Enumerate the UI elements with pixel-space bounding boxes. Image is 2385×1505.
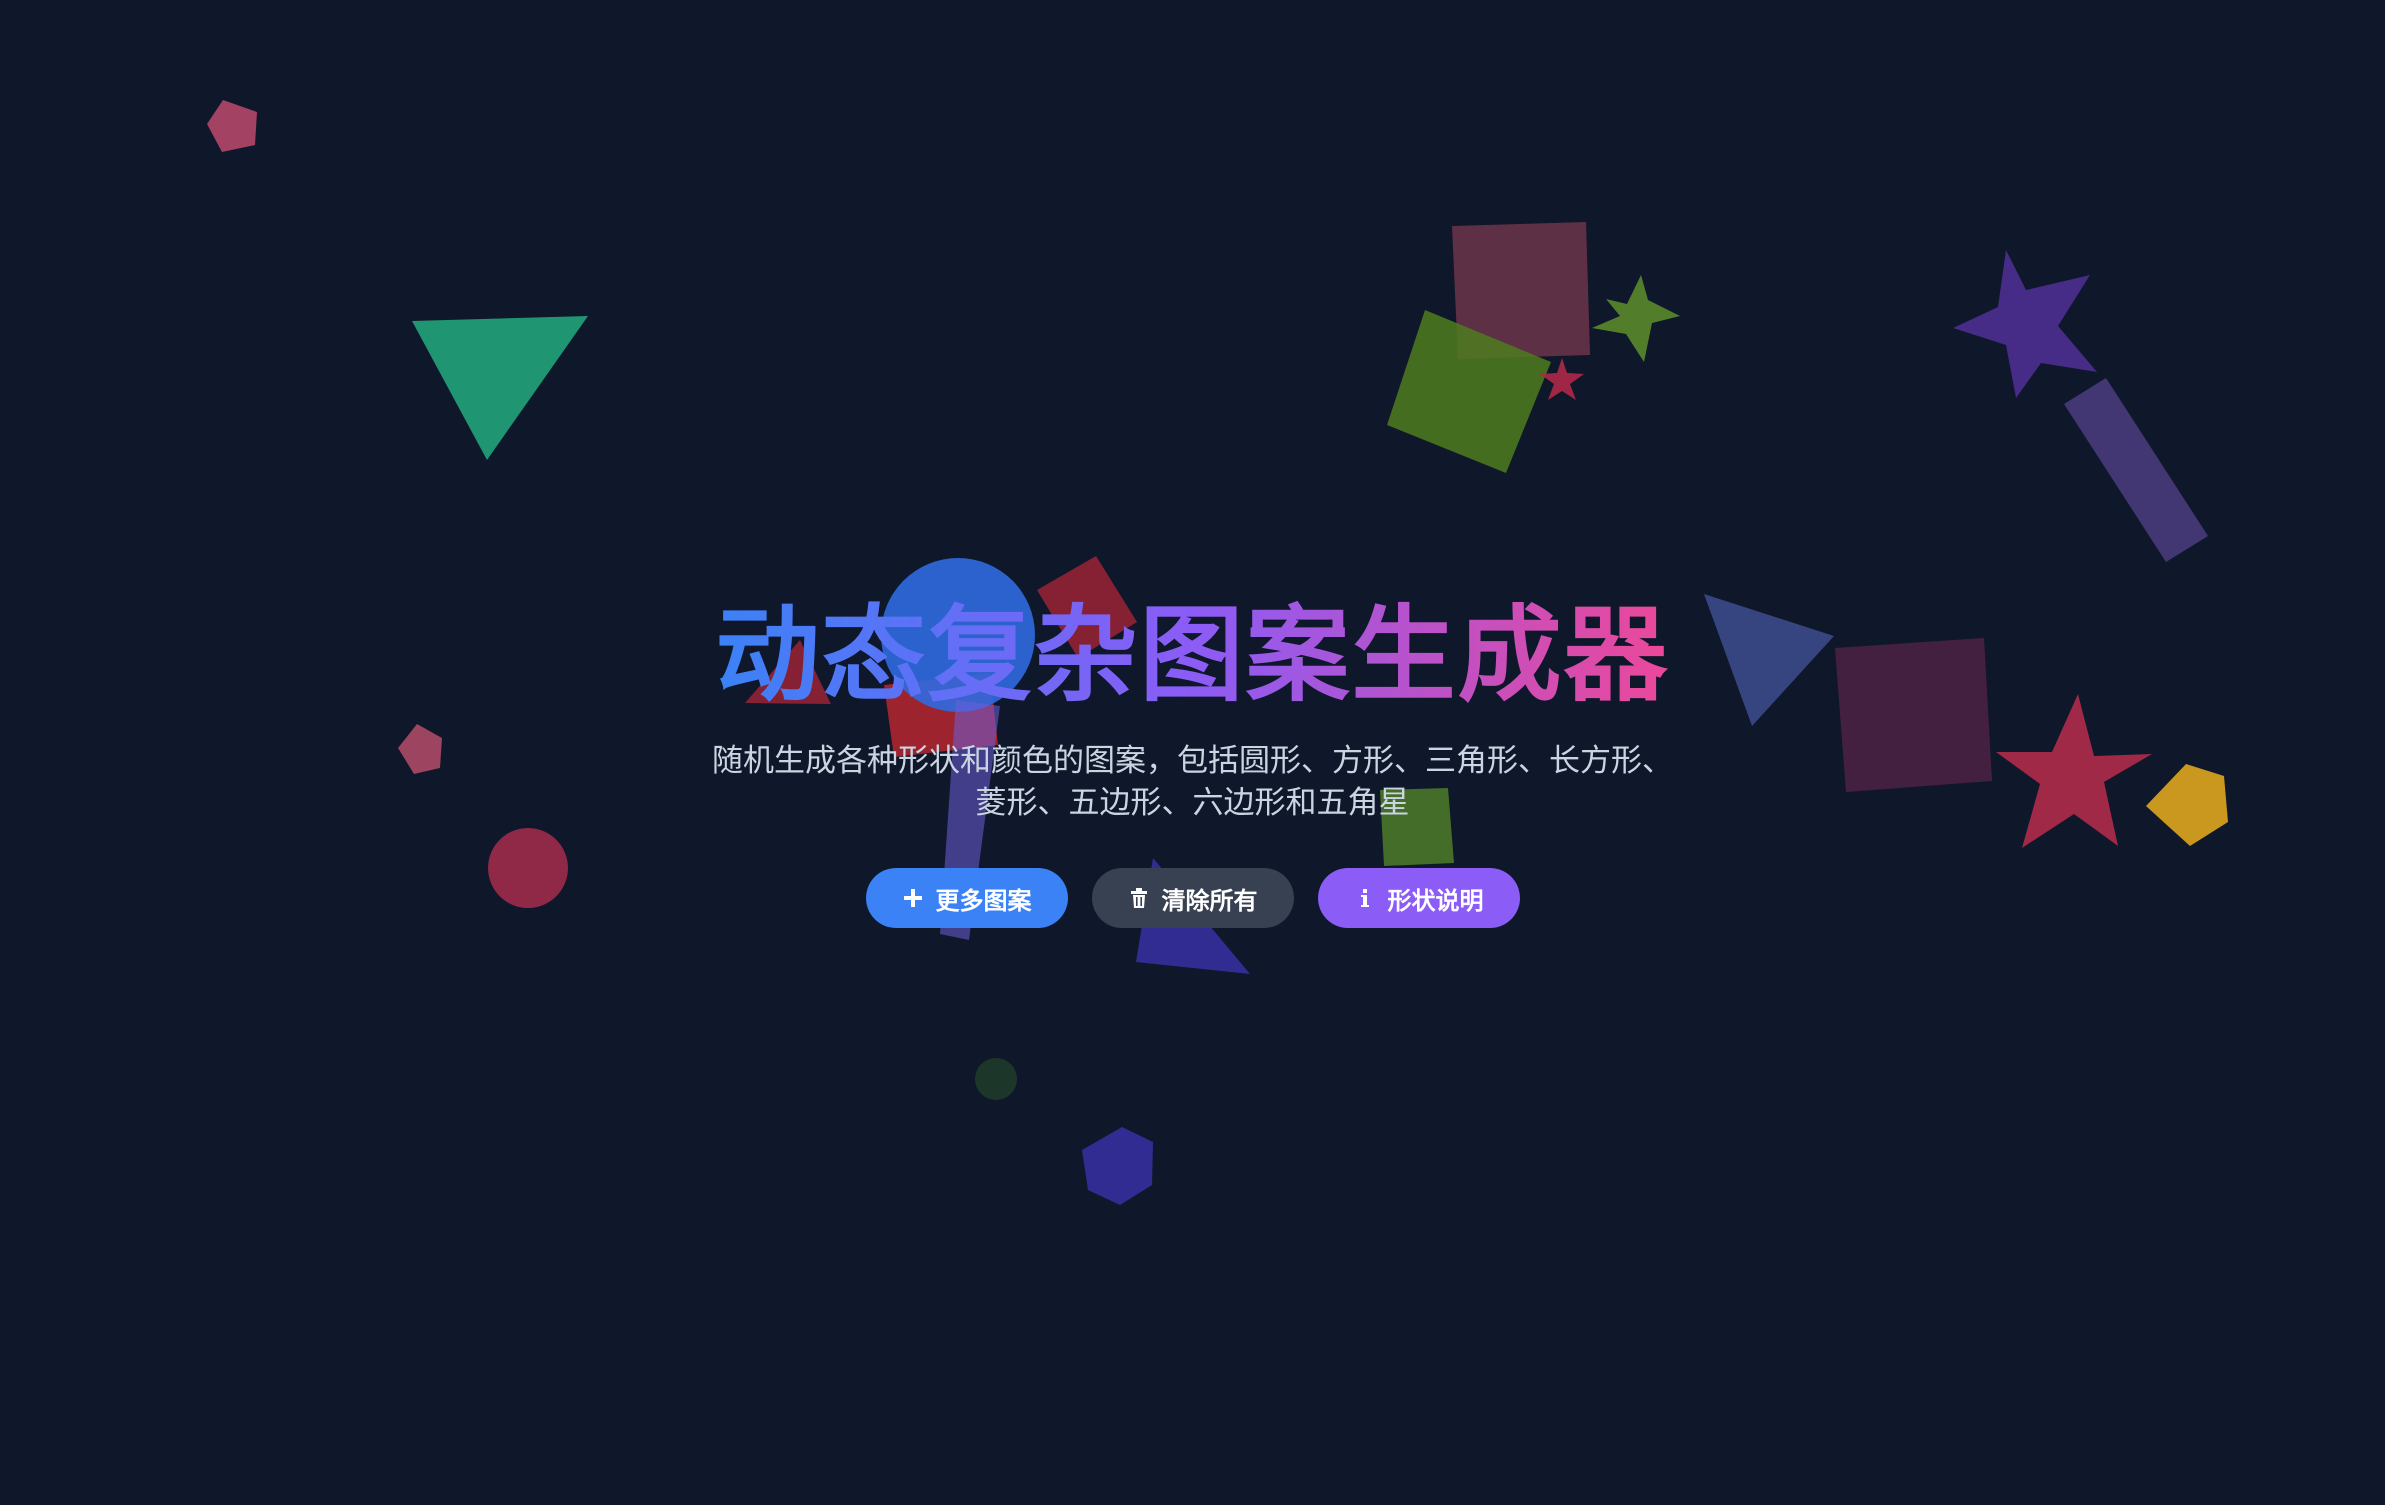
triangle-shape <box>412 316 588 460</box>
action-buttons: 更多图案 清除所有 形状说明 <box>0 868 2385 928</box>
trash-icon <box>1128 887 1150 909</box>
pentagon-shape <box>207 100 257 152</box>
clear-all-button[interactable]: 清除所有 <box>1091 868 1294 928</box>
plus-icon <box>902 887 924 909</box>
more-patterns-button[interactable]: 更多图案 <box>865 868 1068 928</box>
page-title: 动态复杂图案生成器 <box>715 590 1669 720</box>
shape-info-button[interactable]: 形状说明 <box>1317 868 1520 928</box>
page-subtitle: 随机生成各种形状和颜色的图案，包括圆形、方形、三角形、长方形、菱形、五边形、六边… <box>712 743 1673 821</box>
star-shape <box>1953 250 2097 398</box>
circle-shape <box>975 1058 1017 1100</box>
shape-info-label: 形状说明 <box>1387 886 1484 915</box>
star-shape <box>1592 275 1680 362</box>
clear-all-label: 清除所有 <box>1161 886 1258 915</box>
more-patterns-label: 更多图案 <box>935 886 1032 915</box>
canvas-stage: 动态复杂图案生成器 随机生成各种形状和颜色的图案，包括圆形、方形、三角形、长方形… <box>0 0 2385 1505</box>
hexagon-shape <box>1082 1127 1153 1205</box>
rectangle-shape <box>2064 378 2208 562</box>
hero-section: 动态复杂图案生成器 随机生成各种形状和颜色的图案，包括圆形、方形、三角形、长方形… <box>0 590 2385 928</box>
info-icon <box>1354 887 1376 909</box>
